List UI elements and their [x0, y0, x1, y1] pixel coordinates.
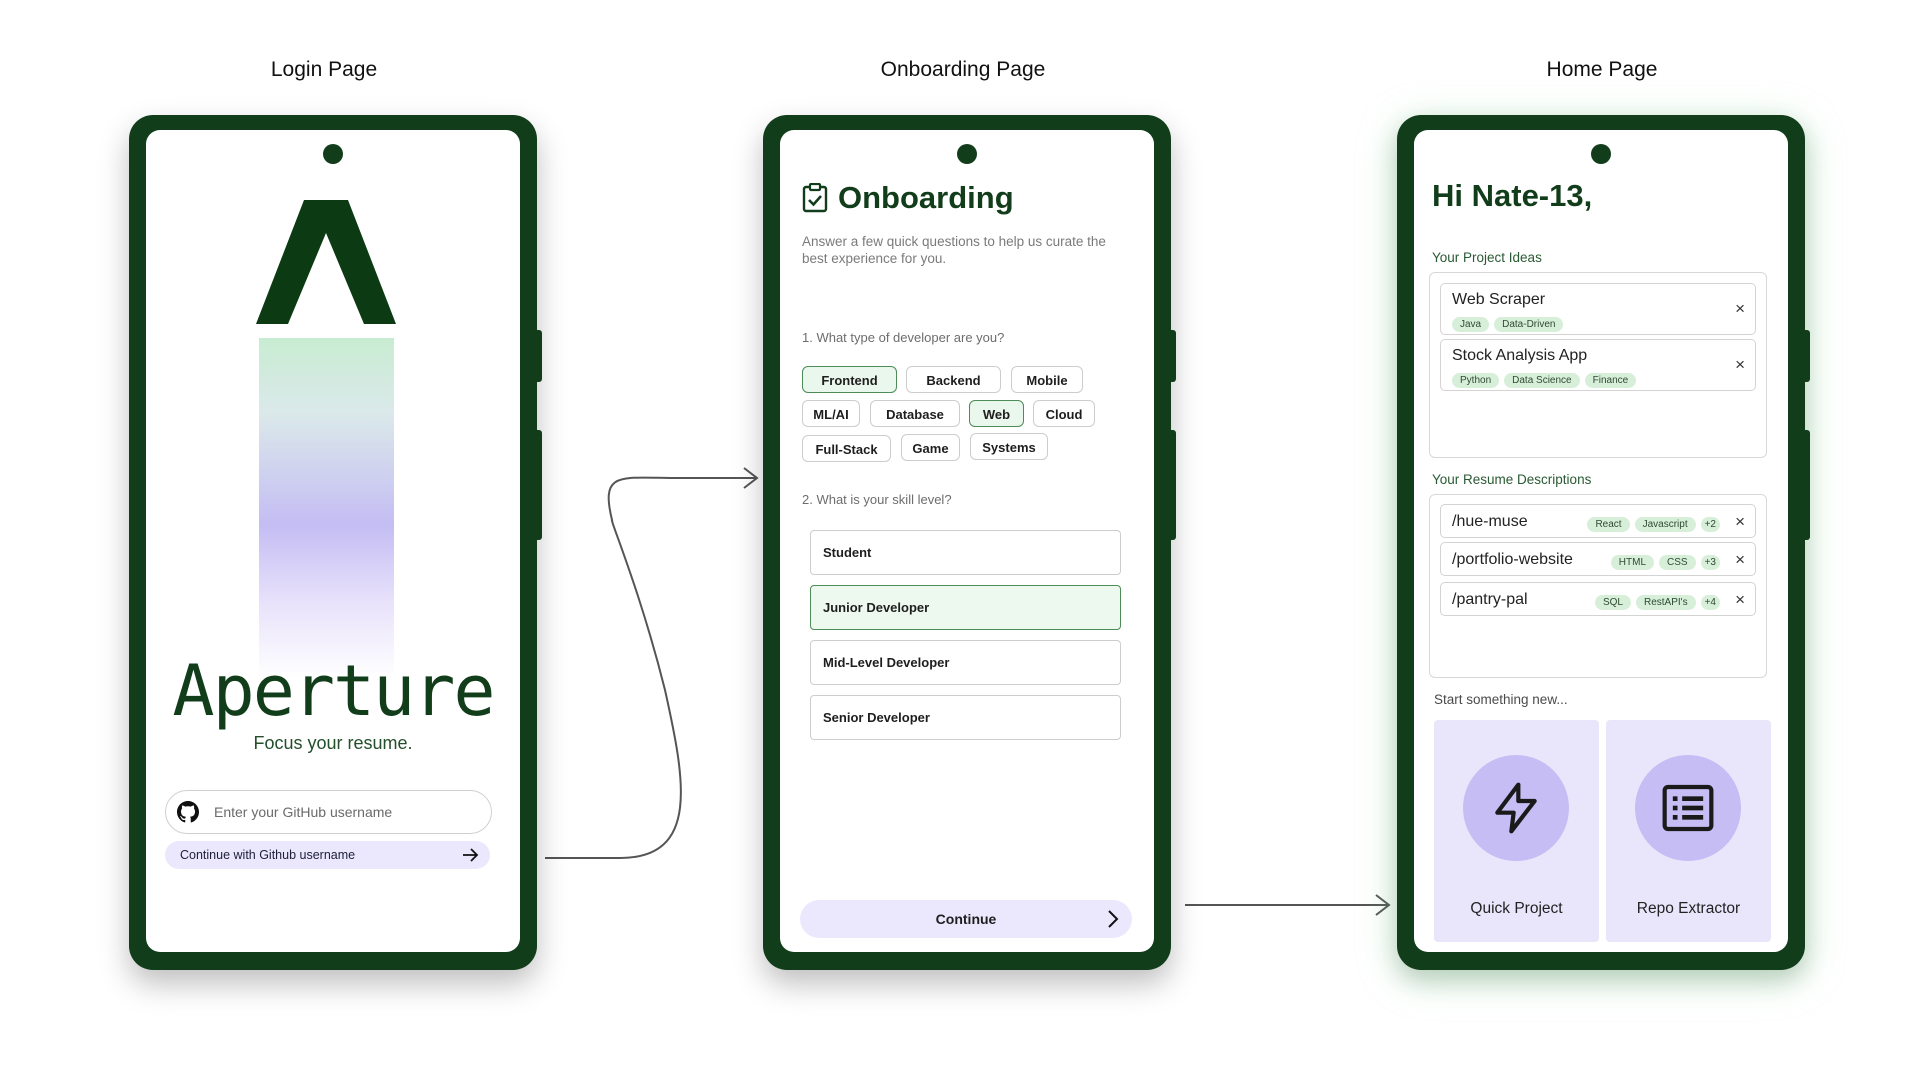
github-username-input[interactable]: Enter your GitHub username — [165, 790, 492, 834]
project-idea-name: Web Scraper — [1452, 291, 1546, 308]
repo-extractor-label: Repo Extractor — [1636, 900, 1741, 917]
resume-description-card[interactable]: /pantry-pal SQL RestAPI's +4 × — [1440, 582, 1756, 616]
lightning-bolt-icon — [1495, 782, 1537, 834]
arrow-right-icon — [463, 848, 479, 862]
onboarding-continue-button[interactable]: Continue — [800, 900, 1132, 938]
flow-arrow-login-to-onboarding — [545, 476, 756, 859]
phone-side-button — [537, 430, 542, 540]
repo-extractor-icon-circle — [1635, 755, 1741, 861]
clipboard-check-icon — [802, 183, 828, 213]
github-icon — [177, 801, 199, 823]
repo-extractor-tile[interactable]: Repo Extractor — [1606, 720, 1771, 942]
resume-description-card[interactable]: /portfolio-website HTML CSS +3 × — [1440, 542, 1756, 576]
tag: CSS — [1659, 555, 1696, 570]
onboarding-screen: Onboarding Answer a few quick questions … — [780, 130, 1154, 952]
remove-resume-description-button[interactable]: × — [1735, 591, 1745, 608]
tag: Finance — [1584, 373, 1637, 388]
brand-name: Aperture — [172, 650, 495, 732]
tag: RestAPI's — [1636, 595, 1696, 610]
remove-project-idea-button[interactable]: × — [1735, 300, 1745, 317]
tag: +2 — [1700, 517, 1720, 532]
resume-descriptions-panel: /hue-muse React Javascript +2 × /portfolio… — [1429, 494, 1767, 678]
chip-cloud[interactable]: Cloud — [1033, 400, 1095, 427]
start-something-new-label: Start something new... — [1434, 692, 1568, 707]
project-idea-card[interactable]: Web Scraper Java Data-Driven × — [1440, 283, 1756, 335]
chip-database[interactable]: Database — [870, 400, 960, 427]
continue-with-github-button[interactable]: Continue with Github username — [165, 841, 490, 869]
level-student[interactable]: Student — [810, 530, 1121, 575]
logo-gradient-beam — [259, 338, 394, 678]
resume-descriptions-label: Your Resume Descriptions — [1432, 472, 1592, 487]
resume-description-name: /portfolio-website — [1452, 551, 1573, 568]
phone-side-button — [1171, 430, 1176, 540]
remove-resume-description-button[interactable]: × — [1735, 513, 1745, 530]
chip-ml-ai[interactable]: ML/AI — [802, 400, 860, 427]
phone-onboarding: Onboarding Answer a few quick questions … — [763, 115, 1176, 970]
project-ideas-panel: Web Scraper Java Data-Driven × Stock Anal… — [1429, 272, 1767, 458]
tag: SQL — [1594, 595, 1631, 610]
chevron-right-icon — [1108, 910, 1119, 928]
quick-project-tile[interactable]: Quick Project — [1434, 720, 1599, 942]
tag: +4 — [1700, 595, 1720, 610]
onboarding-title: Onboarding — [838, 180, 1014, 215]
level-mid-level-developer[interactable]: Mid-Level Developer — [810, 640, 1121, 685]
project-idea-tags: Java Data-Driven — [1452, 314, 1568, 332]
project-idea-card[interactable]: Stock Analysis App Python Data Science Fin… — [1440, 339, 1756, 391]
question-skill-level: 2. What is your skill level? — [802, 492, 952, 507]
chip-backend[interactable]: Backend — [906, 366, 1001, 393]
onboarding-header: Onboarding — [802, 180, 1014, 216]
project-ideas-label: Your Project Ideas — [1432, 250, 1542, 265]
project-idea-tags: Python Data Science Finance — [1452, 370, 1641, 388]
greeting: Hi Nate-13, — [1432, 178, 1593, 213]
tag: Data Science — [1504, 373, 1580, 388]
level-junior-developer[interactable]: Junior Developer — [810, 585, 1121, 630]
github-username-placeholder: Enter your GitHub username — [214, 804, 393, 820]
chip-game[interactable]: Game — [901, 434, 960, 461]
tag: +3 — [1700, 555, 1720, 570]
quick-project-label: Quick Project — [1470, 900, 1563, 917]
continue-with-github-label: Continue with Github username — [180, 848, 356, 862]
camera-dot — [1591, 144, 1611, 164]
remove-project-idea-button[interactable]: × — [1735, 356, 1745, 373]
tag: Java — [1452, 317, 1490, 332]
phone-login: Aperture Focus your resume. Enter your G… — [129, 115, 542, 970]
chip-full-stack[interactable]: Full-Stack — [802, 435, 891, 462]
phone-home: Hi Nate-13, Your Project Ideas Web Scrap… — [1397, 115, 1810, 970]
tag: Python — [1452, 373, 1500, 388]
phone-side-button — [1805, 330, 1810, 382]
tag: React — [1587, 517, 1630, 532]
phone-side-button — [1805, 430, 1810, 540]
remove-resume-description-button[interactable]: × — [1735, 551, 1745, 568]
level-senior-developer[interactable]: Senior Developer — [810, 695, 1121, 740]
resume-description-card[interactable]: /hue-muse React Javascript +2 × — [1440, 504, 1756, 538]
resume-description-tags: React Javascript +2 — [1587, 514, 1725, 532]
resume-description-tags: HTML CSS +3 — [1610, 552, 1725, 570]
project-idea-name: Stock Analysis App — [1452, 347, 1588, 364]
tag: Data-Driven — [1494, 317, 1564, 332]
camera-dot — [957, 144, 977, 164]
login-screen: Aperture Focus your resume. Enter your G… — [146, 130, 520, 952]
chip-systems[interactable]: Systems — [970, 433, 1048, 460]
resume-description-name: /pantry-pal — [1452, 591, 1528, 608]
tag: HTML — [1610, 555, 1655, 570]
resume-description-tags: SQL RestAPI's +4 — [1594, 592, 1725, 610]
onboarding-subtitle: Answer a few quick questions to help us … — [802, 234, 1106, 266]
tagline: Focus your resume. — [253, 733, 413, 753]
question-developer-type: 1. What type of developer are you? — [802, 330, 1005, 345]
phone-side-button — [1171, 330, 1176, 382]
tag: Javascript — [1634, 517, 1696, 532]
phone-side-button — [537, 330, 542, 382]
camera-dot — [323, 144, 343, 164]
chip-web[interactable]: Web — [969, 400, 1024, 427]
aperture-logo-icon — [256, 200, 396, 332]
continue-label: Continue — [935, 911, 997, 927]
resume-description-name: /hue-muse — [1452, 513, 1528, 530]
quick-project-icon-circle — [1463, 755, 1569, 861]
chip-mobile[interactable]: Mobile — [1011, 366, 1083, 393]
list-document-icon — [1662, 784, 1714, 832]
chip-frontend[interactable]: Frontend — [802, 366, 897, 393]
home-screen: Hi Nate-13, Your Project Ideas Web Scrap… — [1414, 130, 1788, 952]
